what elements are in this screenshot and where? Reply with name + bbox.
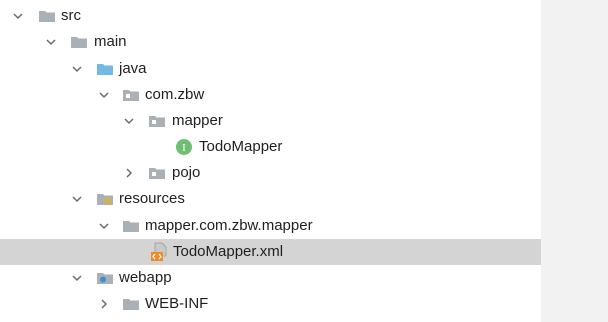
tree-item-webapp[interactable]: webapp (0, 265, 541, 291)
project-tree: src main java com.zbw mapper I TodoMappe… (0, 0, 541, 322)
side-panel (541, 0, 608, 322)
tree-item-label: com.zbw (145, 86, 205, 103)
tree-item-label: resources (119, 190, 185, 207)
chevron-right-icon[interactable] (97, 297, 111, 311)
chevron-down-icon[interactable] (70, 192, 84, 206)
tree-item-mapper-com-zbw-mapper[interactable]: mapper.com.zbw.mapper (0, 213, 541, 239)
tree-item-label: mapper (172, 112, 223, 129)
tree-item-main[interactable]: main (0, 29, 541, 55)
tree-item-web-inf[interactable]: WEB-INF (0, 291, 541, 317)
chevron-down-icon[interactable] (70, 62, 84, 76)
tree-item-label: TodoMapper.xml (173, 243, 284, 260)
source-root-folder-icon (97, 64, 113, 75)
tree-item-todomapper-xml[interactable]: TodoMapper.xml (0, 239, 541, 265)
interface-icon: I (176, 139, 192, 155)
interface-badge-letter: I (182, 142, 186, 154)
tree-item-label: TodoMapper (199, 138, 283, 155)
resources-folder-icon (97, 194, 113, 205)
tree-item-resources[interactable]: resources (0, 186, 541, 212)
tree-item-label: java (119, 60, 147, 77)
folder-icon (71, 37, 87, 48)
tree-item-label: mapper.com.zbw.mapper (145, 217, 313, 234)
chevron-down-icon[interactable] (44, 35, 58, 49)
chevron-down-icon[interactable] (11, 9, 25, 23)
folder-icon (123, 221, 139, 232)
tree-item-todomapper[interactable]: I TodoMapper (0, 134, 541, 160)
xml-file-icon (151, 242, 167, 261)
package-icon (123, 90, 139, 101)
tree-item-com-zbw[interactable]: com.zbw (0, 82, 541, 108)
tree-item-label: WEB-INF (145, 295, 209, 312)
package-icon (149, 116, 165, 127)
tree-item-src[interactable]: src (0, 3, 541, 29)
folder-icon (39, 11, 55, 22)
tree-item-mapper[interactable]: mapper (0, 108, 541, 134)
tree-item-java[interactable]: java (0, 56, 541, 82)
tree-item-pojo[interactable]: pojo (0, 160, 541, 186)
tree-item-label: src (61, 7, 81, 24)
package-icon (149, 168, 165, 179)
web-folder-icon (97, 273, 113, 284)
tree-item-label: webapp (119, 269, 172, 286)
chevron-down-icon[interactable] (70, 271, 84, 285)
chevron-down-icon[interactable] (97, 219, 111, 233)
chevron-right-icon[interactable] (122, 166, 136, 180)
tree-item-label: main (94, 33, 127, 50)
chevron-down-icon[interactable] (97, 88, 111, 102)
folder-icon (123, 299, 139, 310)
chevron-down-icon[interactable] (122, 114, 136, 128)
tree-item-label: pojo (172, 164, 201, 181)
